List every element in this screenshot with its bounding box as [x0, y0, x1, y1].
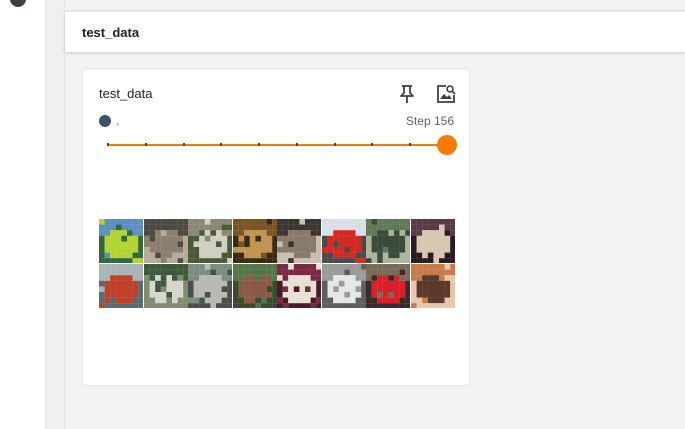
thumb-frog-orange [232, 219, 277, 263]
thumb-truck-white [321, 263, 366, 308]
thumb-horse [410, 219, 455, 263]
run-indicator-dot[interactable] [10, 0, 26, 7]
slider-tick [144, 143, 147, 146]
pin-icon [400, 85, 414, 103]
pin-button[interactable] [395, 82, 419, 106]
group-header[interactable]: test_data [65, 12, 685, 52]
thumb-red-truck [321, 219, 366, 263]
step-slider[interactable] [107, 135, 457, 155]
thumb-deer [232, 263, 277, 308]
slider-tick [409, 143, 412, 146]
image-grid [99, 219, 455, 308]
thumb-horse-2 [143, 263, 188, 308]
card-title: test_data [99, 86, 153, 101]
thumb-ship [277, 219, 321, 263]
thumb-airplane [188, 219, 232, 263]
thumb-boat [99, 263, 143, 308]
thumb-car [188, 263, 232, 308]
slider-tick [371, 143, 374, 146]
thumb-green-truck [99, 219, 143, 263]
step-label: Step 156 [405, 114, 454, 128]
slider-tick [220, 143, 223, 146]
panel-gutter [46, 0, 65, 429]
toggle-image-view-button[interactable] [434, 82, 458, 106]
top-strip [65, 0, 685, 11]
left-panel [0, 0, 46, 429]
image-card: test_data . Step 156 [82, 68, 470, 386]
slider-tick [258, 143, 261, 146]
run-color-dot [99, 115, 111, 127]
thumb-frog [143, 219, 188, 263]
slider-tick [333, 143, 336, 146]
slider-tick [182, 143, 185, 146]
slider-thumb[interactable] [437, 135, 457, 155]
slider-tick [295, 143, 298, 146]
group-title: test_data [82, 24, 140, 40]
thumb-dog [277, 263, 321, 308]
thumb-cat [410, 263, 455, 308]
thumb-red-car [366, 263, 410, 308]
thumb-green-truck-2 [366, 219, 410, 263]
run-label: . [116, 114, 120, 128]
slider-tick [107, 143, 109, 146]
image-search-icon [437, 85, 456, 103]
slider-track [107, 144, 447, 146]
run-legend: . [99, 114, 119, 128]
